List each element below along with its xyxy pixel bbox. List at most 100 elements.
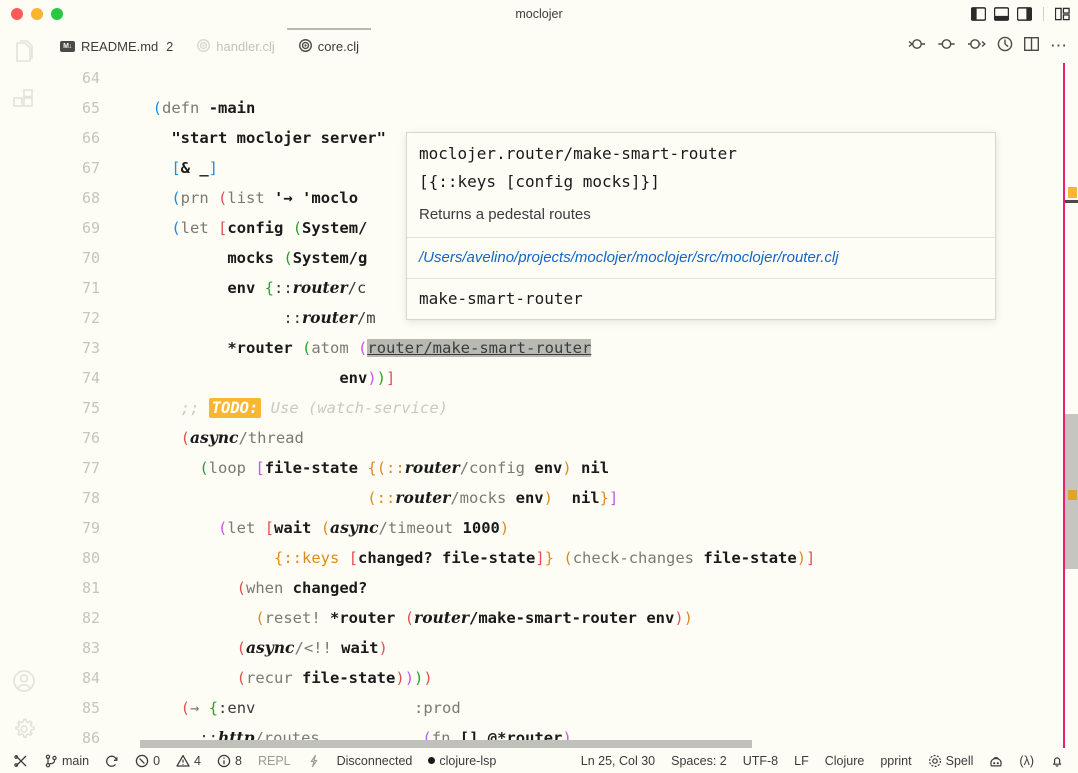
code-line[interactable]: 81 (when changed? <box>48 573 832 603</box>
tab-handler[interactable]: handler.clj <box>185 28 287 63</box>
code-token: System/g <box>292 249 368 267</box>
clock-icon[interactable] <box>997 36 1013 55</box>
code-line[interactable]: 80 {::keys [changed? file-state]} (check… <box>48 543 832 573</box>
ellipsis-icon[interactable]: ⋯ <box>1050 37 1068 54</box>
status-info-count[interactable]: 8 <box>209 748 250 773</box>
hover-file-path-link[interactable]: /Users/avelino/projects/moclojer/mocloje… <box>419 245 983 271</box>
zoom-window-button[interactable] <box>51 8 63 20</box>
line-number: 85 <box>81 699 100 717</box>
status-cursor-position[interactable]: Ln 25, Col 30 <box>573 748 663 773</box>
minimap[interactable] <box>1063 63 1078 748</box>
tab-core[interactable]: core.clj <box>286 28 371 63</box>
status-language-server[interactable]: clojure-lsp <box>420 748 504 773</box>
code-token: ) <box>499 519 510 537</box>
code-token: router/make-smart-router <box>367 339 592 357</box>
code-token: ( <box>283 249 293 267</box>
code-line[interactable]: 76 (async/thread <box>48 423 832 453</box>
status-errors-count[interactable]: 0 <box>127 748 168 773</box>
code-line[interactable]: 77 (loop [file-state {(::router/config e… <box>48 453 832 483</box>
code-line[interactable]: 73 *router (atom (router/make-smart-rout… <box>48 333 832 363</box>
status-spell-checker[interactable]: Spell <box>920 748 982 773</box>
code-token: ( <box>563 549 573 567</box>
code-token: ( <box>218 189 228 207</box>
code-line[interactable]: 84 (recur file-state)))) <box>48 663 832 693</box>
toggle-panel-icon[interactable] <box>994 7 1009 21</box>
status-repl[interactable]: REPL <box>250 748 299 773</box>
test-cursor-icon[interactable] <box>907 37 926 54</box>
code-token: router <box>395 488 451 507</box>
code-token: config <box>227 219 284 237</box>
code-token: /thread <box>238 429 304 447</box>
status-calva-lambda[interactable]: (λ) <box>1011 748 1042 773</box>
minimize-window-button[interactable] <box>31 8 43 20</box>
tab-readme[interactable]: M↓ README.md 2 <box>48 28 185 63</box>
code-token: file-state <box>302 669 396 687</box>
copilot-icon <box>990 756 1003 766</box>
code-line[interactable]: 64 <box>48 63 832 93</box>
code-line[interactable]: 82 (reset! *router (router/make-smart-ro… <box>48 603 832 633</box>
code-token: env <box>646 609 675 627</box>
code-line[interactable]: 75 ;; TODO: Use (watch-service) <box>48 393 832 423</box>
code-line[interactable]: 79 (let [wait (async/timeout 1000) <box>48 513 832 543</box>
hover-signature-args: [{::keys [config mocks]}] <box>419 172 660 191</box>
code-line[interactable]: 83 (async/<!! wait) <box>48 633 832 663</box>
status-end-of-line[interactable]: LF <box>786 748 817 773</box>
status-label: 8 <box>235 753 242 768</box>
status-sync-changes[interactable] <box>97 748 127 773</box>
code-token: ] <box>386 369 396 387</box>
code-token: ( <box>180 699 191 717</box>
code-line[interactable]: 74 env))] <box>48 363 832 393</box>
code-line[interactable]: 78 (::router/mocks env) nil}] <box>48 483 832 513</box>
status-language-mode[interactable]: Clojure <box>817 748 873 773</box>
code-token: { <box>273 549 284 567</box>
status-copilot[interactable] <box>981 748 1011 773</box>
customize-layout-icon[interactable] <box>1055 7 1070 21</box>
status-warnings-count[interactable]: 4 <box>168 748 209 773</box>
branch-icon <box>45 754 57 767</box>
code-line[interactable]: 85 (→ {:env :prod <box>48 693 832 723</box>
test-icon[interactable] <box>937 37 956 54</box>
status-notifications[interactable] <box>1042 748 1072 773</box>
status-label: clojure-lsp <box>439 753 497 768</box>
status-remote-host[interactable] <box>6 748 36 773</box>
sidebar-item-settings[interactable] <box>0 705 48 753</box>
test-next-icon[interactable] <box>967 37 986 54</box>
status-bar-left: main 0 4 8 REPL Disconnected clojure-lsp <box>0 748 504 773</box>
close-window-button[interactable] <box>11 8 23 20</box>
remote-icon <box>14 754 27 767</box>
code-line[interactable]: 65 (defn -main <box>48 93 832 123</box>
sidebar-item-explorer[interactable] <box>0 28 48 76</box>
code-token: loop <box>208 459 246 477</box>
status-repl-status[interactable]: Disconnected <box>329 748 421 773</box>
status-formatter[interactable]: pprint <box>872 748 919 773</box>
code-token: [ <box>348 549 359 567</box>
minimap-accent-border <box>1063 63 1065 748</box>
line-number: 77 <box>81 459 100 477</box>
line-number: 78 <box>81 489 100 507</box>
code-token: [ <box>171 159 181 177</box>
toggle-secondary-sidebar-icon[interactable] <box>1017 7 1032 21</box>
status-repl-connect[interactable] <box>299 748 329 773</box>
split-editor-icon[interactable] <box>1023 36 1040 54</box>
code-token: :prod <box>414 699 461 717</box>
account-icon <box>13 670 35 692</box>
line-number: 86 <box>81 729 100 747</box>
sidebar-item-accounts[interactable] <box>0 657 48 705</box>
code-token: -main <box>208 99 256 117</box>
status-indentation[interactable]: Spaces: 2 <box>663 748 735 773</box>
sidebar-item-extensions[interactable] <box>0 76 48 124</box>
toggle-primary-sidebar-icon[interactable] <box>971 7 986 21</box>
status-source-control-branch[interactable]: main <box>36 748 97 773</box>
status-encoding[interactable]: UTF-8 <box>735 748 786 773</box>
